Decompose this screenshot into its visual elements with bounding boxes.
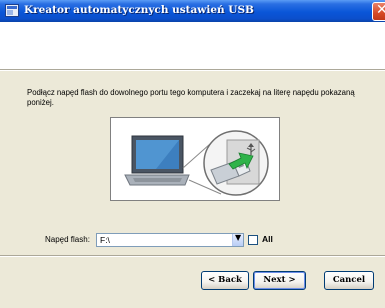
all-checkbox[interactable] [248, 235, 258, 245]
laptop-icon [124, 135, 190, 186]
footer-divider [0, 255, 385, 257]
all-checkbox-label[interactable]: All [262, 234, 273, 244]
connect-usb-illustration [110, 117, 280, 201]
close-icon: ✕ [376, 2, 385, 18]
back-button[interactable]: < Back [201, 271, 249, 290]
cancel-button[interactable]: Cancel [324, 271, 374, 290]
window-title: Kreator automatycznych ustawień USB [24, 4, 254, 16]
drive-label: Napęd flash: [45, 235, 90, 244]
chevron-down-icon: ▼ [235, 233, 242, 242]
next-button[interactable]: Next > [253, 271, 306, 290]
instruction-text: Podłącz napęd flash do dowolnego portu t… [27, 88, 355, 107]
usb-wizard-window: Kreator automatycznych ustawień USB ✕ Po… [0, 0, 385, 308]
title-bar[interactable]: Kreator automatycznych ustawień USB ✕ [0, 0, 385, 22]
dropdown-arrow-button[interactable]: ▼ [232, 233, 243, 246]
header-band [0, 22, 385, 69]
header-divider [0, 69, 385, 71]
close-button[interactable]: ✕ [372, 2, 385, 21]
drive-dropdown-value: F:\ [100, 235, 110, 245]
drive-dropdown[interactable]: F:\ ▼ [96, 233, 244, 247]
wizard-app-icon [5, 4, 19, 17]
